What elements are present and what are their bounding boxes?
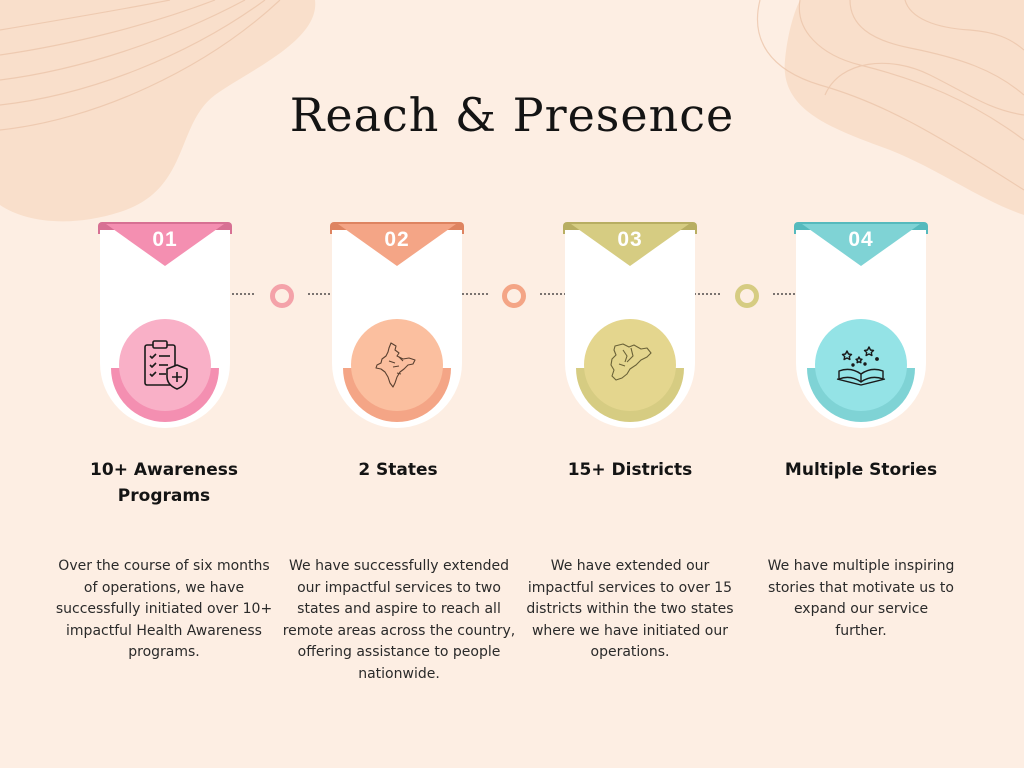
description-line: We have multiple inspiring [767, 558, 955, 574]
step-label-4: Multiple Stories [776, 457, 946, 483]
india-map-icon [375, 342, 416, 388]
description-line: operations. [590, 644, 670, 661]
description-line: stories that motivate us to [768, 579, 954, 596]
description-line: our impactful services to two [297, 579, 501, 596]
connector-ring [735, 284, 759, 308]
step-description-3: We have extended our impactful services … [510, 556, 750, 664]
description-line: impactful Health Awareness [66, 622, 262, 639]
description-line: impactful services to over 15 [527, 579, 733, 596]
icon-circle [351, 319, 443, 411]
description-line: expand our service [793, 601, 929, 618]
icon-circle [119, 319, 211, 411]
icon-circle [815, 319, 907, 411]
step-card-2: 02 [330, 222, 464, 428]
description-line: programs. [128, 644, 200, 661]
step-label-3: 15+ Districts [545, 457, 715, 483]
health-checklist-icon [144, 340, 188, 390]
label-line: 2 States [358, 460, 438, 480]
step-number: 04 [848, 228, 874, 251]
step-card-3: 03 [563, 222, 697, 428]
step-card-1: 01 [98, 222, 232, 428]
step-number: 02 [384, 228, 410, 251]
step-label-1: 10+ Awareness Programs [79, 457, 249, 509]
label-line: Programs [117, 486, 211, 506]
page-title: Reach & Presence [289, 88, 735, 142]
label-line: Multiple Stories [784, 460, 938, 480]
state-map-icon [610, 343, 652, 381]
step-card-4: 04 [794, 222, 928, 428]
description-line: We have extended our [550, 558, 710, 574]
description-line: remote areas across the country, [282, 622, 516, 639]
description-line: Over the course of six months [58, 558, 270, 574]
description-line: offering assistance to people [297, 644, 501, 661]
description-line: where we have initiated our [531, 622, 728, 639]
step-description-2: We have successfully extended our impact… [279, 556, 519, 686]
icon-circle [584, 319, 676, 411]
description-line: states and aspire to reach all [297, 601, 501, 618]
step-label-2: 2 States [313, 457, 483, 483]
open-book-stars-icon [836, 346, 886, 386]
step-description-4: We have multiple inspiring stories that … [741, 556, 981, 642]
step-description-1: Over the course of six months of operati… [44, 556, 284, 664]
description-line: We have successfully extended [289, 558, 509, 574]
description-line: districts within the two states [526, 601, 734, 618]
connector-ring [502, 284, 526, 308]
step-number: 01 [152, 228, 178, 251]
description-line: successfully initiated over 10+ [55, 601, 273, 618]
label-line: 10+ Awareness [90, 460, 238, 480]
connector-ring [270, 284, 294, 308]
step-number: 03 [617, 228, 643, 251]
label-line: 15+ Districts [567, 460, 693, 480]
description-line: nationwide. [358, 665, 440, 682]
description-line: further. [835, 622, 887, 639]
description-line: of operations, we have [83, 579, 245, 596]
